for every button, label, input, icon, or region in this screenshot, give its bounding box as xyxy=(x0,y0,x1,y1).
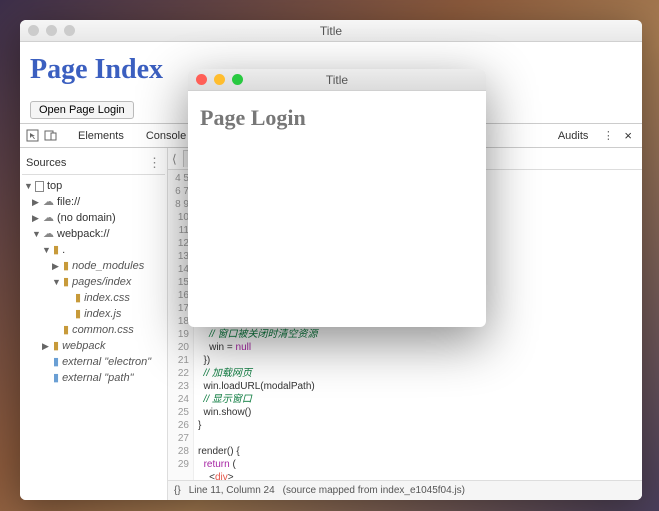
tree-dot[interactable]: ▼▮. xyxy=(22,242,165,258)
close-window-icon[interactable] xyxy=(28,25,39,36)
zoom-window-icon[interactable] xyxy=(64,25,75,36)
zoom-window-icon[interactable] xyxy=(232,74,243,85)
main-titlebar[interactable]: Title xyxy=(20,20,642,42)
main-window-title: Title xyxy=(20,24,642,38)
inspect-element-icon[interactable] xyxy=(24,128,40,144)
file-tree: ▼top ▶☁file:// ▶☁(no domain) ▼☁webpack:/… xyxy=(22,178,165,386)
tree-nodomain[interactable]: ▶☁(no domain) xyxy=(22,210,165,226)
tree-node-modules[interactable]: ▶▮node_modules xyxy=(22,258,165,274)
history-back-icon[interactable]: ⟨ xyxy=(172,152,177,166)
cursor-position: Line 11, Column 24 xyxy=(189,485,275,496)
tree-external-path[interactable]: ▮external "path" xyxy=(22,370,165,386)
tree-file[interactable]: ▶☁file:// xyxy=(22,194,165,210)
tree-index-css[interactable]: ▮index.css xyxy=(22,290,165,306)
tree-webpack[interactable]: ▼☁webpack:// xyxy=(22,226,165,242)
traffic-lights-main xyxy=(20,25,75,36)
minimize-window-icon[interactable] xyxy=(46,25,57,36)
close-window-icon[interactable] xyxy=(196,74,207,85)
tree-webpack-folder[interactable]: ▶▮webpack xyxy=(22,338,165,354)
modal-window: Title Page Login xyxy=(188,69,486,327)
tree-index-js[interactable]: ▮index.js xyxy=(22,306,165,322)
tree-external-electron[interactable]: ▮external "electron" xyxy=(22,354,165,370)
minimize-window-icon[interactable] xyxy=(214,74,225,85)
sidebar-more-icon[interactable]: ⋮ xyxy=(148,155,161,171)
tab-elements[interactable]: Elements xyxy=(68,126,134,146)
source-map-note: (source mapped from index_e1045f04.js) xyxy=(283,485,465,496)
modal-page-title: Page Login xyxy=(200,105,474,131)
tree-top[interactable]: ▼top xyxy=(22,178,165,194)
device-toolbar-icon[interactable] xyxy=(42,128,58,144)
open-page-login-button[interactable]: Open Page Login xyxy=(30,101,134,119)
traffic-lights-modal xyxy=(188,74,243,85)
editor-statusbar: {} Line 11, Column 24 (source mapped fro… xyxy=(168,480,642,500)
tree-pages-index[interactable]: ▼▮pages/index xyxy=(22,274,165,290)
tree-common-css[interactable]: ▮common.css xyxy=(22,322,165,338)
devtools-menu-icon[interactable]: ⋮ xyxy=(600,128,616,144)
sources-sidebar-label: Sources xyxy=(26,157,66,169)
format-braces-icon[interactable]: {} xyxy=(174,485,181,496)
sources-sidebar-header: Sources ⋮ xyxy=(22,152,165,175)
sources-sidebar: Sources ⋮ ▼top ▶☁file:// ▶☁(no domain) ▼… xyxy=(20,148,168,500)
tab-audits[interactable]: Audits xyxy=(548,126,599,146)
modal-titlebar[interactable]: Title xyxy=(188,69,486,91)
modal-content: Page Login xyxy=(188,91,486,145)
devtools-close-icon[interactable]: × xyxy=(618,128,638,143)
